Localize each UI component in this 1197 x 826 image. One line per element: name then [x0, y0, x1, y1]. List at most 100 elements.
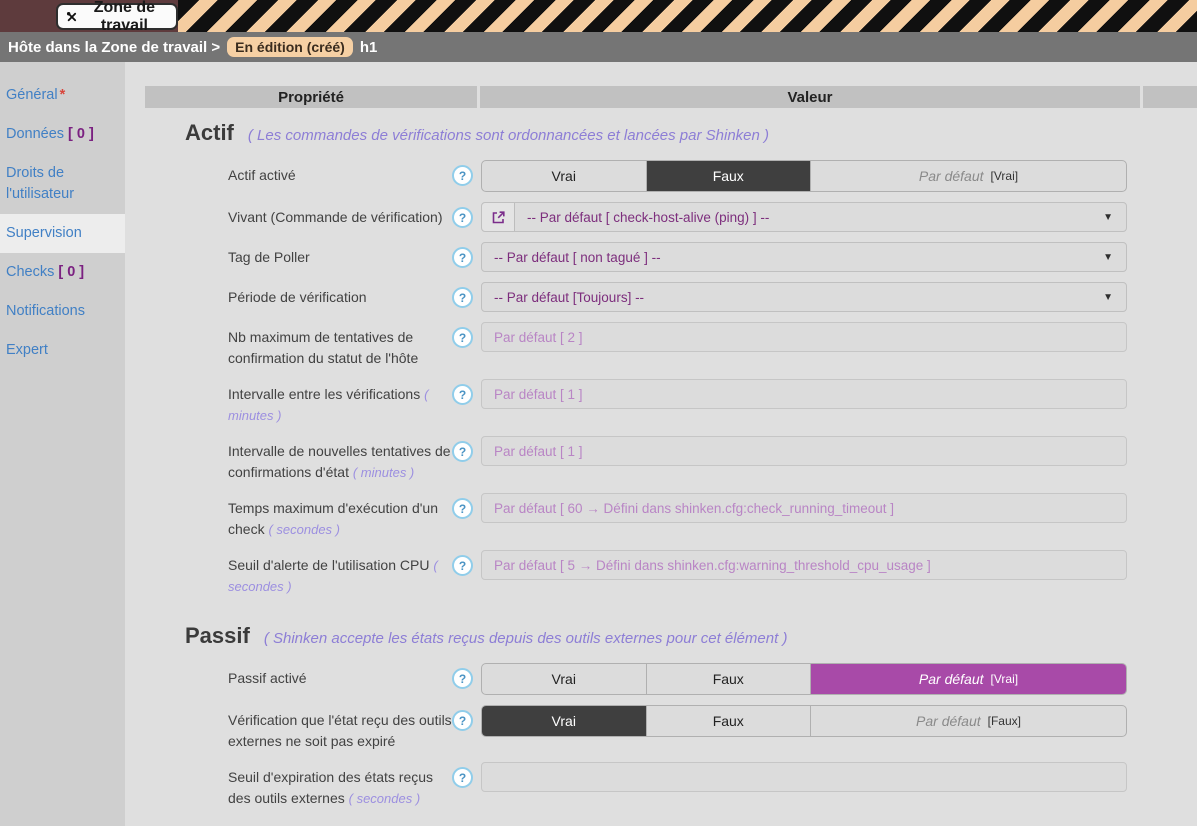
column-header-value: Valeur	[480, 86, 1140, 108]
row-help-cell: ?	[452, 160, 481, 186]
toggle-option-label: Faux	[713, 713, 744, 729]
row-help-cell: ?	[452, 762, 481, 788]
sidebar-item-label: Checks	[6, 264, 54, 280]
sidebar-item-label: Notifications	[6, 303, 85, 319]
form-row-intervalle-de-nouvelles-tentatives-de-conf: Intervalle de nouvelles tentatives de co…	[228, 436, 1197, 483]
row-label-text: Intervalle de nouvelles tentatives de co…	[228, 443, 451, 480]
select-value: -- Par défaut [ check-host-alive (ping) …	[515, 210, 769, 225]
help-icon[interactable]: ?	[452, 767, 473, 788]
row-label-text: Actif activé	[228, 167, 296, 183]
row-label: Seuil d'alerte de l'utilisation CPU ( se…	[228, 550, 452, 597]
toggle-group: VraiFauxPar défaut[Vrai]	[481, 160, 1127, 192]
form-row-intervalle-entre-les-verifications: Intervalle entre les vérifications ( min…	[228, 379, 1197, 426]
sidebar-item-label: Supervision	[6, 225, 82, 241]
input-intervalle-entre-les-verifications[interactable]	[481, 379, 1127, 409]
toggle-group: Vrai Faux Par défaut[Faux]	[481, 705, 1127, 737]
tools-icon	[66, 9, 78, 25]
select-vivant-commande-de-verification[interactable]: -- Par défaut [ check-host-alive (ping) …	[481, 202, 1127, 232]
dropdown-arrow-icon: ▼	[1103, 292, 1113, 303]
row-help-cell: ?	[452, 705, 481, 731]
select-value: -- Par défaut [ non tagué ] --	[482, 250, 661, 265]
toggle-option-label: Faux	[713, 671, 744, 687]
select-tag-de-poller[interactable]: -- Par défaut [ non tagué ] -- ▼	[481, 242, 1127, 272]
sidebar-item-notifications[interactable]: Notifications	[0, 292, 125, 331]
toggle-option-label: Par défaut	[916, 713, 981, 729]
workspace-button[interactable]: Zone de travail	[56, 3, 178, 30]
row-control-cell	[481, 493, 1127, 523]
input-temps-maximum-d-execution-d-un-check[interactable]	[481, 493, 1127, 523]
help-icon[interactable]: ?	[452, 327, 473, 348]
help-icon[interactable]: ?	[452, 247, 473, 268]
row-help-cell: ?	[452, 550, 481, 576]
help-icon[interactable]: ?	[452, 287, 473, 308]
row-label: Temps maximum d'exécution d'un check ( s…	[228, 493, 452, 540]
sidebar-item-checks[interactable]: Checks[ 0 ]	[0, 253, 125, 292]
input-seuil-d-expiration-des-etats-recus-des-out[interactable]	[481, 762, 1127, 792]
help-icon[interactable]: ?	[452, 555, 473, 576]
external-link-button[interactable]	[482, 203, 515, 231]
form-row-verification-que-l-etat-recu-des-outils-ex: Vérification que l'état reçu des outils …	[228, 705, 1197, 752]
row-label: Nb maximum de tentatives de confirmation…	[228, 322, 452, 369]
toggle-group: Vrai Faux Par défaut[Vrai]	[481, 663, 1127, 695]
dropdown-arrow-icon: ▼	[1103, 252, 1113, 263]
help-icon[interactable]: ?	[452, 710, 473, 731]
breadcrumb-path[interactable]: Hôte dans la Zone de travail >	[8, 39, 220, 56]
sidebar-item-droits-de-l-utilisateur[interactable]: Droits de l'utilisateur	[0, 154, 125, 214]
main-layout: Général*Données[ 0 ]Droits de l'utilisat…	[0, 62, 1197, 826]
help-icon[interactable]: ?	[452, 384, 473, 405]
section-header: Actif( Les commandes de vérifications so…	[185, 120, 1197, 146]
row-help-cell: ?	[452, 282, 481, 308]
breadcrumb: Hôte dans la Zone de travail > En éditio…	[0, 32, 1197, 62]
required-marker: *	[60, 87, 66, 103]
row-label: Période de vérification	[228, 282, 452, 308]
sidebar-item-expert[interactable]: Expert	[0, 331, 125, 370]
toggle-option-faux[interactable]: Faux	[646, 664, 811, 694]
workspace-button-label: Zone de travail	[83, 0, 166, 35]
row-control-cell: Vrai Faux Par défaut[Faux]	[481, 705, 1127, 737]
input-intervalle-de-nouvelles-tentatives-de-conf[interactable]	[481, 436, 1127, 466]
row-control-cell: -- Par défaut [ check-host-alive (ping) …	[481, 202, 1127, 232]
toggle-option-vrai[interactable]: Vrai	[482, 161, 646, 191]
section-hint: ( Shinken accepte les états reçus depuis…	[264, 630, 788, 647]
help-icon[interactable]: ?	[452, 207, 473, 228]
help-icon[interactable]: ?	[452, 498, 473, 519]
form-row-seuil-d-alerte-de-l-utilisation-cpu: Seuil d'alerte de l'utilisation CPU ( se…	[228, 550, 1197, 597]
toggle-option-vrai[interactable]: Vrai	[482, 664, 646, 694]
input-seuil-d-alerte-de-l-utilisation-cpu[interactable]	[481, 550, 1127, 580]
toggle-option-vrai[interactable]: Vrai	[482, 706, 646, 736]
sidebar-item-general[interactable]: Général*	[0, 76, 125, 115]
sidebar-item-donnees[interactable]: Données[ 0 ]	[0, 115, 125, 154]
toggle-option-faux[interactable]: Faux	[646, 161, 811, 191]
row-control-cell: VraiFauxPar défaut[Vrai]	[481, 160, 1127, 192]
row-unit-hint: ( secondes )	[268, 522, 340, 537]
row-label: Seuil d'expiration des états reçus des o…	[228, 762, 452, 809]
toggle-option-par-defaut[interactable]: Par défaut[Faux]	[810, 706, 1126, 736]
row-control-cell	[481, 436, 1127, 466]
form-sections: Actif( Les commandes de vérifications so…	[145, 120, 1197, 809]
status-badge: En édition (créé)	[227, 37, 353, 57]
section-actif: Actif( Les commandes de vérifications so…	[145, 120, 1197, 597]
row-label: Intervalle de nouvelles tentatives de co…	[228, 436, 452, 483]
row-label: Actif activé	[228, 160, 452, 186]
help-icon[interactable]: ?	[452, 441, 473, 462]
row-control-cell	[481, 762, 1127, 792]
input-nb-maximum-de-tentatives-de-confirmation-d[interactable]	[481, 322, 1127, 352]
row-control-cell	[481, 322, 1127, 352]
topbar-brand-area: Zone de travail	[0, 0, 178, 32]
row-help-cell: ?	[452, 493, 481, 519]
row-control-cell	[481, 550, 1127, 580]
help-icon[interactable]: ?	[452, 668, 473, 689]
toggle-option-label: Par défaut	[919, 671, 984, 687]
sidebar-item-supervision[interactable]: Supervision	[0, 214, 125, 253]
row-unit-hint: ( secondes )	[349, 791, 421, 806]
help-icon[interactable]: ?	[452, 165, 473, 186]
row-control-cell: -- Par défaut [ non tagué ] -- ▼	[481, 242, 1127, 272]
sidebar-item-label: Données	[6, 126, 64, 142]
column-header-property: Propriété	[145, 86, 477, 108]
row-help-cell: ?	[452, 242, 481, 268]
select-periode-de-verification[interactable]: -- Par défaut [Toujours] --▼	[481, 282, 1127, 312]
toggle-option-faux[interactable]: Faux	[646, 706, 811, 736]
toggle-option-par-defaut[interactable]: Par défaut[Vrai]	[810, 664, 1126, 694]
form-row-actif-active: Actif activé? VraiFauxPar défaut[Vrai]	[228, 160, 1197, 192]
toggle-option-par-defaut[interactable]: Par défaut[Vrai]	[810, 161, 1126, 191]
